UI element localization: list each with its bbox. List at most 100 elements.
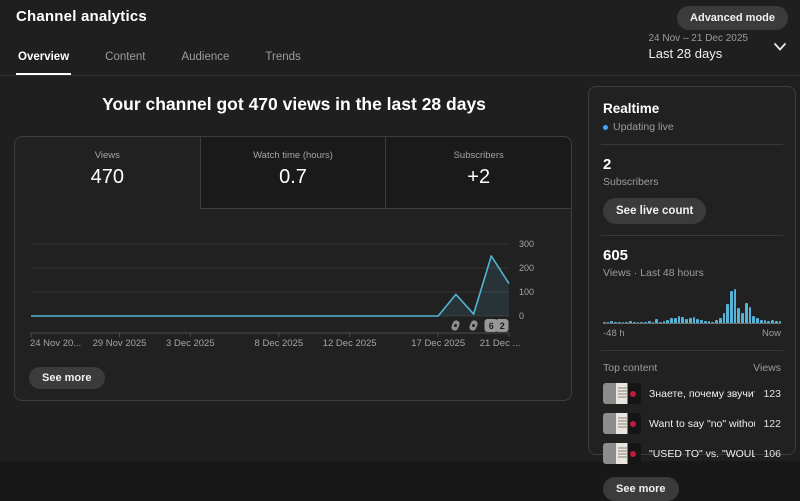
realtime-card: Realtime Updating live 2 Subscribers See… <box>588 86 796 455</box>
date-range-text: 24 Nov – 21 Dec 2025 <box>648 33 748 44</box>
chevron-down-icon[interactable] <box>774 43 786 51</box>
spark-bar <box>666 320 669 323</box>
top-content-views-label: Views <box>753 362 781 374</box>
spark-bar <box>719 318 722 323</box>
spark-bar <box>652 322 655 323</box>
spark-bar <box>644 322 647 323</box>
realtime-views-value: 605 <box>603 247 781 264</box>
video-title: "USED TO" vs. "WOULD" for... <box>649 448 755 460</box>
spark-bar <box>696 319 699 323</box>
see-more-button[interactable]: See more <box>29 367 105 389</box>
metric-tab-value: 0.7 <box>201 166 386 189</box>
spark-bar <box>737 308 740 323</box>
spark-axis: -48 h Now <box>603 328 781 339</box>
realtime-views-bar-chart <box>603 288 781 324</box>
metric-tab-label: Views <box>15 150 200 161</box>
y-axis-tick: 0 <box>519 311 524 321</box>
spark-bar <box>760 320 763 323</box>
spark-bar <box>730 291 733 323</box>
spark-bar <box>670 318 673 323</box>
video-views: 106 <box>763 448 781 460</box>
divider <box>601 235 783 236</box>
y-axis-tick: 200 <box>519 263 534 273</box>
realtime-subscribers-value: 2 <box>603 156 781 173</box>
shorts-icon[interactable] <box>449 319 462 332</box>
tab-audience[interactable]: Audience <box>179 51 231 75</box>
x-axis-tick: 29 Nov 2025 <box>93 338 147 349</box>
tab-trends[interactable]: Trends <box>263 51 302 75</box>
spark-bar <box>659 322 662 323</box>
spark-bar <box>674 318 677 323</box>
spark-bar <box>640 322 643 323</box>
spark-bar <box>749 307 752 323</box>
realtime-title: Realtime <box>603 101 781 116</box>
divider <box>601 144 783 145</box>
video-views: 123 <box>763 388 781 400</box>
y-axis-tick: 300 <box>519 239 534 249</box>
realtime-see-more-button[interactable]: See more <box>603 477 679 501</box>
spark-bar <box>603 322 606 323</box>
top-content-header: Top content Views <box>603 362 781 374</box>
tab-content[interactable]: Content <box>103 51 147 75</box>
page-title: Channel analytics <box>16 8 147 25</box>
spark-bar <box>715 320 718 323</box>
top-content-label: Top content <box>603 362 657 374</box>
divider <box>601 350 783 351</box>
advanced-mode-button[interactable]: Advanced mode <box>677 6 788 30</box>
tab-overview[interactable]: Overview <box>16 51 71 75</box>
spark-bar <box>655 319 658 323</box>
spark-axis-right: Now <box>762 328 781 339</box>
spark-bar <box>637 322 640 323</box>
spark-bar <box>689 318 692 323</box>
spark-bar <box>648 321 651 323</box>
spark-bar <box>745 303 748 323</box>
spark-bar <box>681 317 684 323</box>
spark-bar <box>629 321 632 323</box>
spark-bar <box>618 322 621 323</box>
analytics-summary-card: Views470Watch time (hours)0.7Subscribers… <box>14 136 572 401</box>
metric-tab-views[interactable]: Views470 <box>15 137 200 209</box>
x-axis-tick: 8 Dec 2025 <box>255 338 304 349</box>
metric-tab-value: +2 <box>386 166 571 189</box>
headline: Your channel got 470 views in the last 2… <box>10 94 578 115</box>
realtime-subscribers-label: Subscribers <box>603 176 781 188</box>
realtime-views-label: Views · Last 48 hours <box>603 267 781 279</box>
spark-bar <box>633 322 636 323</box>
video-title: Знаете, почему звучит ст... <box>649 388 755 400</box>
overview-column: Your channel got 470 views in the last 2… <box>0 76 588 401</box>
spark-bar <box>693 317 696 323</box>
channel-analytics-page: { "header": { "title": "Channel analytic… <box>0 0 800 461</box>
spark-bar <box>685 319 688 323</box>
tab-bar: Overview Content Audience Trends <box>16 51 303 75</box>
live-dot-icon <box>603 125 608 130</box>
x-axis-tick: 17 Dec 2025 <box>411 338 465 349</box>
video-count-badge[interactable]: 2 <box>496 319 509 332</box>
metric-tab-subscribers[interactable]: Subscribers+2 <box>385 137 571 209</box>
shorts-icon[interactable] <box>467 319 480 332</box>
x-axis-tick: 21 Dec ... <box>480 338 521 349</box>
video-thumbnail <box>603 383 641 404</box>
spark-bar <box>771 320 774 323</box>
date-preset-text: Last 28 days <box>648 46 748 61</box>
metric-tab-watch-time-hours[interactable]: Watch time (hours)0.7 <box>200 137 386 209</box>
top-content-row[interactable]: Знаете, почему звучит ст... 123 <box>603 383 781 404</box>
spark-bar <box>711 322 714 323</box>
spark-bar <box>775 321 778 323</box>
views-line-chart: 010020030024 Nov 20...29 Nov 20253 Dec 2… <box>31 236 509 356</box>
see-live-count-button[interactable]: See live count <box>603 198 706 224</box>
spark-bar <box>741 313 744 323</box>
spark-bar <box>678 316 681 323</box>
spark-bar <box>704 321 707 323</box>
spark-bar <box>756 318 759 323</box>
updating-live-label: Updating live <box>613 121 674 133</box>
metric-tab-bar: Views470Watch time (hours)0.7Subscribers… <box>15 137 571 209</box>
top-content-list: Знаете, почему звучит ст... 123 Want to sa… <box>603 383 781 464</box>
spark-bar <box>767 321 770 323</box>
top-content-row[interactable]: Want to say "no" without so...122 <box>603 413 781 434</box>
spark-bar <box>779 321 782 323</box>
spark-bar <box>723 313 726 323</box>
spark-bar <box>764 320 767 323</box>
date-filter[interactable]: 24 Nov – 21 Dec 2025 Last 28 days <box>648 33 786 61</box>
spark-bar <box>625 322 628 323</box>
x-axis-tick: 3 Dec 2025 <box>166 338 215 349</box>
